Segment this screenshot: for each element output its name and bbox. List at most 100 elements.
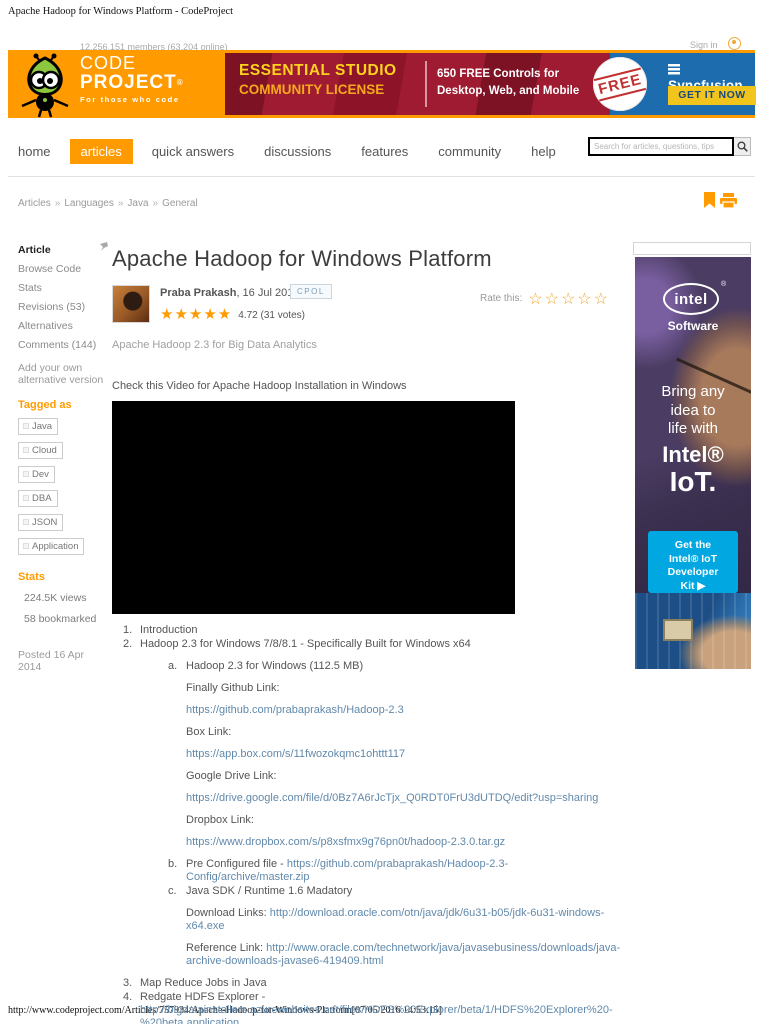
tag-checkbox-icon <box>23 447 29 453</box>
rating-value: 4.72 (31 votes) <box>238 310 305 321</box>
breadcrumb-articles[interactable]: Articles <box>18 198 51 209</box>
stats-heading: Stats <box>18 571 45 583</box>
sidebar-item-article[interactable]: Article <box>18 242 108 257</box>
breadcrumb: Articles» Languages» Java» General <box>18 198 198 209</box>
add-alternative-link[interactable]: Add your own alternative version <box>18 362 108 386</box>
list-item: 4. Redgate HDFS Explorer - http://bigdata… <box>112 991 625 1024</box>
views-count: 224.5K views <box>24 592 87 604</box>
author-line: Praba Prakash, 16 Jul 2014 <box>160 287 299 299</box>
nav-divider <box>8 176 755 177</box>
breadcrumb-languages[interactable]: Languages <box>64 198 114 209</box>
sidebar-item-stats[interactable]: Stats <box>18 282 108 295</box>
banner-divider <box>425 61 427 107</box>
tag-json[interactable]: JSON <box>18 514 64 531</box>
article-sidebar: Article Browse Code Stats Revisions (53)… <box>18 242 108 673</box>
list-item: 2. Hadoop 2.3 for Windows 7/8/8.1 - Speci… <box>123 638 471 650</box>
syncfusion-grid-icon <box>668 64 680 75</box>
sign-in-link[interactable]: Sign in <box>690 40 718 50</box>
rating-line: ★★★★★ 4.72 (31 votes) <box>160 305 305 323</box>
user-avatar-icon[interactable] <box>728 37 741 50</box>
registered-mark: ® <box>176 78 184 87</box>
nav-item-help[interactable]: help <box>531 144 556 159</box>
intel-logo: intel <box>663 283 719 315</box>
hdfs-explorer-link[interactable]: http://bigdatainstallers.azurewebsites.n… <box>140 1004 613 1024</box>
video-caption: Check this Video for Apache Hadoop Insta… <box>112 380 407 392</box>
tag-application[interactable]: Application <box>18 538 85 555</box>
sidebar-item-alternatives[interactable]: Alternatives <box>18 320 108 333</box>
nav-item-features[interactable]: features <box>361 144 408 159</box>
free-stamp-badge: FREE <box>593 57 647 111</box>
nav-item-discussions[interactable]: discussions <box>264 144 331 159</box>
sidebar-item-browse-code[interactable]: Browse Code <box>18 263 108 276</box>
intel-software-label: Software <box>667 319 719 333</box>
banner-offer-line2: Desktop, Web, and Mobile <box>437 85 580 97</box>
list-item: Download Links: http://download.oracle.c… <box>186 907 605 932</box>
search-input[interactable] <box>588 137 734 156</box>
intel-sidebar-ad[interactable]: intel ® Software Bring any idea to life wi… <box>635 257 751 669</box>
search-icon[interactable] <box>734 137 751 156</box>
codeproject-logo[interactable]: CODE PROJECT® For those who code <box>80 53 184 105</box>
pin-icon <box>100 242 108 255</box>
tag-checkbox-icon <box>23 519 29 525</box>
banner-left-panel: ESSENTIAL STUDIO COMMUNITY LICENSE 650 F… <box>225 53 610 115</box>
bookmark-icon[interactable] <box>704 192 715 213</box>
tag-checkbox-icon <box>23 543 29 549</box>
dropbox-link[interactable]: https://www.dropbox.com/s/p8xsfmx9g76pn0… <box>186 836 505 848</box>
site-header: CODE PROJECT® For those who code ESSENTI… <box>8 50 756 118</box>
bookmarked-count: 58 bookmarked <box>24 613 97 625</box>
tag-dev[interactable]: Dev <box>18 466 55 483</box>
list-item: Google Drive Link: <box>186 770 277 782</box>
nav-item-articles[interactable]: articles <box>69 139 133 164</box>
github-link[interactable]: https://github.com/prabaprakash/Hadoop-2… <box>186 704 404 716</box>
breadcrumb-separator: » <box>117 198 124 209</box>
breadcrumb-java[interactable]: Java <box>127 198 148 209</box>
tag-cloud[interactable]: Cloud <box>18 442 63 459</box>
print-icon[interactable] <box>720 193 737 213</box>
tag-dba[interactable]: DBA <box>18 490 58 507</box>
page-title: Apache Hadoop for Windows Platform <box>112 246 492 271</box>
rate-stars-icon[interactable]: ☆☆☆☆☆ <box>528 291 610 308</box>
nav-item-home[interactable]: home <box>18 144 51 159</box>
tag-java[interactable]: Java <box>18 418 59 435</box>
author-avatar[interactable] <box>112 285 150 323</box>
article-subtitle: Apache Hadoop 2.3 for Big Data Analytics <box>112 339 317 351</box>
logo-text-top: CODE <box>80 53 137 73</box>
google-drive-link[interactable]: https://drive.google.com/file/d/0Bz7A6rJ… <box>186 792 598 804</box>
list-item: https://www.dropbox.com/s/p8xsfmx9g76pn0… <box>112 836 625 849</box>
video-player[interactable] <box>112 401 515 614</box>
intel-logo-reg: ® <box>721 281 727 288</box>
tagged-as-heading: Tagged as <box>18 399 72 411</box>
banner-offer-line1: 650 FREE Controls for <box>437 68 560 80</box>
author-name-link[interactable]: Praba Prakash <box>160 287 236 299</box>
list-item: b. Pre Configured file - https://github.c… <box>168 858 509 883</box>
rate-this: Rate this: ☆☆☆☆☆ <box>480 289 610 309</box>
nav-item-community[interactable]: community <box>438 144 501 159</box>
logo-text-bottom: PROJECT® <box>80 72 184 93</box>
license-badge[interactable]: CPOL <box>290 284 332 299</box>
list-item: Finally Github Link: <box>186 682 280 694</box>
codeproject-mascot-icon <box>14 52 76 123</box>
nav-item-quick-answers[interactable]: quick answers <box>152 144 234 159</box>
box-link[interactable]: https://app.box.com/s/11fwozokqmc1ohttt1… <box>186 748 405 760</box>
get-it-now-button[interactable]: GET IT NOW <box>668 86 756 105</box>
intel-iot-kit-button[interactable]: Get the Intel® IoT Developer Kit ▶ <box>648 531 738 593</box>
article-main: Apache Hadoop for Windows Platform Praba… <box>112 246 625 1024</box>
list-item: a. Hadoop 2.3 for Windows (112.5 MB) <box>168 660 364 672</box>
sidebar-item-comments[interactable]: Comments (144) <box>18 339 108 352</box>
article-meta: Praba Prakash, 16 Jul 2014 CPOL ★★★★★ 4.7… <box>112 284 625 327</box>
logo-tagline: For those who code <box>80 95 180 104</box>
star-rating-icon: ★★★★★ <box>160 306 233 323</box>
ad-circuit-photo <box>635 593 751 669</box>
main-nav: home articles quick answers discussions … <box>18 139 586 164</box>
ad-tagline: Bring any idea to life with <box>661 383 725 437</box>
breadcrumb-separator: » <box>152 198 159 209</box>
page: Apache Hadoop for Windows Platform - Cod… <box>0 0 768 1024</box>
rate-this-label: Rate this: <box>480 293 523 304</box>
ad-label-box <box>633 242 751 255</box>
banner-ad[interactable]: ESSENTIAL STUDIO COMMUNITY LICENSE 650 F… <box>225 53 756 115</box>
sidebar-item-revisions[interactable]: Revisions (53) <box>18 301 108 314</box>
breadcrumb-general[interactable]: General <box>162 198 198 209</box>
list-item: Dropbox Link: <box>186 814 254 826</box>
list-item: Reference Link: http://www.oracle.com/te… <box>186 942 621 967</box>
list-item: https://drive.google.com/file/d/0Bz7A6rJ… <box>112 792 625 805</box>
